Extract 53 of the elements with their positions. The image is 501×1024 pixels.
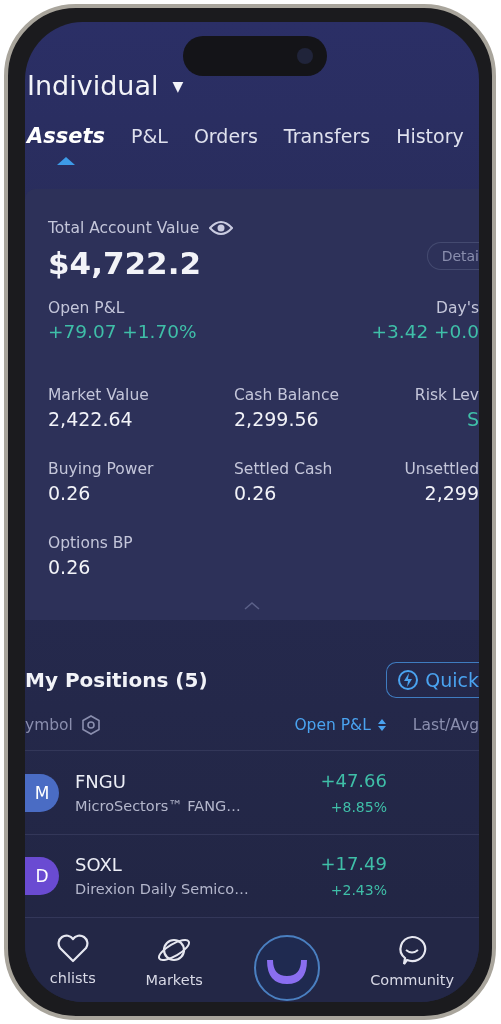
pnl-percent: +8.85% — [330, 799, 387, 816]
caret-icon[interactable]: ▼ — [172, 77, 184, 94]
pnl-value: +17.49 — [320, 853, 387, 875]
assistant-logo-icon[interactable] — [252, 934, 321, 1002]
nav-label[interactable]: chlists — [49, 970, 96, 986]
quick-button[interactable]: Quick — [386, 661, 479, 698]
tab[interactable]: History — [396, 123, 464, 150]
pnl-percent: +2.43% — [330, 882, 387, 899]
stat-value: 2,299 — [423, 482, 479, 505]
stat-label: Market Value — [48, 386, 150, 405]
column-header[interactable]: Last/Avg — [412, 716, 479, 734]
bolt-icon — [397, 668, 420, 691]
heart-icon[interactable] — [55, 934, 90, 964]
stat-label: Buying Power — [48, 460, 155, 479]
column-header[interactable]: Open P&L — [294, 716, 387, 734]
tab[interactable]: Orders — [193, 123, 258, 150]
column-header[interactable]: ymbol — [25, 716, 73, 734]
nav-label[interactable]: Community — [370, 972, 455, 988]
tab-indicator-icon — [57, 157, 75, 166]
pnl-value: +79.07 +1.70% — [48, 321, 197, 343]
pnl-value: +3.42 +0.0 — [371, 321, 479, 343]
symbol: SOXL — [75, 854, 123, 876]
total-label: Total Account Value — [48, 219, 200, 238]
stat-label: Unsettled — [403, 460, 479, 479]
stat-value: 0.26 — [48, 482, 92, 505]
tab[interactable]: Assets — [27, 123, 106, 150]
nav-label[interactable]: Markets — [145, 972, 203, 988]
company-name: MicroSectors™ FANG… — [75, 798, 241, 815]
pnl-value: +47.66 — [320, 770, 387, 792]
tab[interactable]: Transfers — [283, 123, 371, 150]
stat-label: Options BP — [48, 534, 134, 553]
stat-label: Settled Cash — [234, 460, 334, 479]
pnl-label: Open P&L — [48, 299, 126, 318]
stat-value: 0.26 — [234, 482, 278, 505]
pnl-label: Day's — [435, 299, 479, 318]
stat-value: S — [465, 408, 479, 431]
avatar: D — [25, 856, 59, 895]
positions-title: My Positions (5) — [25, 667, 208, 692]
sort-icon[interactable] — [376, 718, 387, 732]
eye-icon[interactable] — [209, 220, 234, 237]
stat-value: 0.26 — [48, 556, 92, 579]
settings-icon[interactable] — [80, 715, 101, 735]
stat-value: 2,299.56 — [234, 408, 320, 431]
position-row[interactable]: M FNGU MicroSectors™ FANG… +47.66 +8.85% — [25, 751, 479, 835]
company-name: Direxion Daily Semico… — [75, 881, 249, 898]
stat-label: Risk Lev — [413, 386, 479, 405]
tab[interactable]: P&L — [131, 123, 168, 150]
stat-value: 2,422.64 — [48, 408, 134, 431]
avatar: M — [25, 773, 59, 812]
account-name[interactable]: Individual — [27, 70, 159, 102]
symbol: FNGU — [75, 771, 127, 793]
stat-label: Cash Balance — [234, 386, 340, 405]
total-value: $4,722.2 — [48, 245, 201, 282]
